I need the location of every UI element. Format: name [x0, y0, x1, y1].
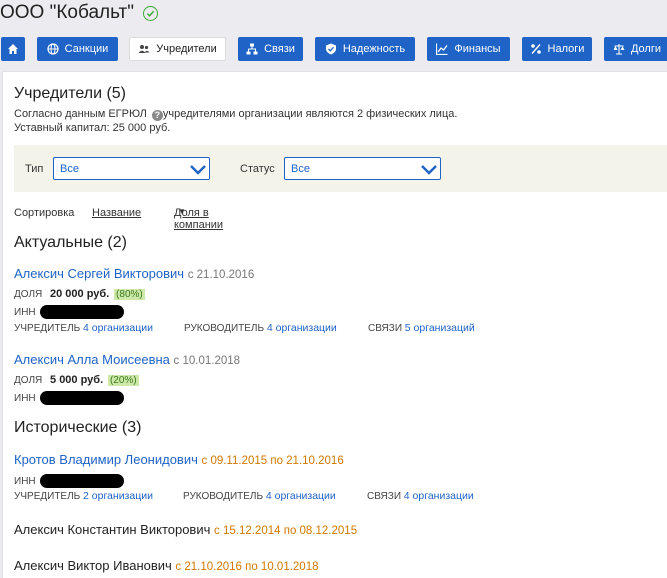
status-select-value: Все	[291, 162, 310, 175]
filter-bar: Тип Все Статус Все	[14, 145, 667, 192]
caret-down-icon: ▼	[178, 207, 186, 216]
share-value: 20 000 руб.	[50, 288, 110, 300]
nav-sanctions-label: Санкции	[64, 43, 109, 55]
links-orgs-link[interactable]: 4 организации	[404, 490, 474, 502]
capital-text: Уставный капитал: 25 000 руб.	[14, 122, 171, 134]
links-orgs-link[interactable]: 5 организаций	[405, 322, 475, 334]
inn-label: ИНН	[14, 393, 36, 404]
share-percent-badge: (20%)	[107, 375, 139, 386]
person-date: с 10.01.2018	[173, 355, 241, 367]
share-label: ДОЛЯ	[14, 375, 43, 386]
chart-icon	[436, 43, 448, 55]
nav-reliability-label: Надежность	[342, 43, 406, 55]
links-label: СВЯЗИ	[368, 323, 403, 334]
person-link[interactable]: Алексич Сергей Викторович	[14, 266, 184, 281]
section-title: Учредители (5)	[14, 85, 127, 102]
person-name: Кротов Владимир Леонидович с 09.11.2015 …	[14, 452, 344, 467]
nav-founders-button[interactable]: Учредители	[129, 37, 226, 61]
verified-check-icon	[142, 5, 158, 21]
status-filter-label: Статус	[240, 163, 275, 175]
company-name: ООО "Кобальт"	[0, 2, 134, 23]
section-nav: Санкции Учредители Связи Надежность Фина…	[0, 37, 667, 61]
users-icon	[138, 43, 150, 55]
founders-panel: Учредители (5) Согласно данным ЕГРЮЛ ? уч…	[2, 71, 667, 578]
nav-debts-label: Долги	[630, 43, 662, 55]
inn-label: ИНН	[14, 307, 36, 318]
nav-founders-label: Учредители	[156, 43, 217, 55]
type-select[interactable]: Все	[53, 157, 210, 180]
home-icon	[7, 43, 19, 55]
nav-links-label: Связи	[264, 43, 295, 55]
percent-icon	[530, 43, 542, 55]
manager-label: РУКОВОДИТЕЛЬ	[183, 491, 264, 502]
globe-icon	[47, 43, 59, 55]
sort-label: Сортировка	[14, 207, 75, 219]
manager-orgs-link[interactable]: 4 организации	[266, 490, 336, 502]
status-select[interactable]: Все	[284, 157, 441, 180]
shield-icon	[325, 43, 337, 55]
share-label: ДОЛЯ	[14, 289, 43, 300]
founder-orgs-link[interactable]: 2 организации	[83, 490, 153, 502]
inn-line: ИНН	[14, 391, 125, 405]
chevron-down-icon	[190, 165, 206, 175]
founder-label: УЧРЕДИТЕЛЬ	[14, 323, 81, 334]
person-date: с 15.12.2014 по 08.12.2015	[214, 525, 358, 537]
nav-reliability-button[interactable]: Надежность	[315, 37, 415, 61]
nav-finance-button[interactable]: Финансы	[427, 37, 510, 61]
inn-label: ИНН	[14, 476, 36, 487]
nav-links-button[interactable]: Связи	[238, 37, 303, 61]
person-link[interactable]: Алексич Алла Моисеевна	[14, 352, 170, 367]
nav-debts-button[interactable]: Долги	[604, 37, 667, 61]
share-value: 5 000 руб.	[50, 374, 104, 386]
desc-text-2: учредителями организации являются 2 физи…	[162, 108, 458, 120]
manager-orgs-link[interactable]: 4 организации	[267, 322, 337, 334]
inn-line: ИНН	[14, 305, 125, 319]
network-icon	[246, 43, 258, 55]
person-link[interactable]: Кротов Владимир Леонидович	[14, 452, 198, 467]
nav-sanctions-button[interactable]: Санкции	[37, 37, 118, 61]
nav-taxes-button[interactable]: Налоги	[522, 37, 592, 61]
person-name: Алексич Виктор Иванович с 21.10.2016 по …	[14, 558, 319, 573]
relations-line: УЧРЕДИТЕЛЬ 2 организации РУКОВОДИТЕЛЬ 4 …	[14, 490, 534, 504]
chevron-down-icon	[421, 165, 437, 175]
historical-section-title: Исторические (3)	[14, 419, 142, 436]
inn-redacted	[40, 305, 125, 319]
founder-label: УЧРЕДИТЕЛЬ	[14, 491, 81, 502]
actual-section-title: Актуальные (2)	[14, 234, 127, 251]
help-icon[interactable]: ?	[151, 109, 163, 121]
inn-redacted	[40, 474, 125, 488]
person-name: Алексич Сергей Викторович с 21.10.2016	[14, 266, 254, 281]
links-label: СВЯЗИ	[367, 491, 402, 502]
founder-orgs-link[interactable]: 4 организации	[83, 322, 153, 334]
sort-by-name-link[interactable]: Название	[92, 207, 141, 219]
person-date: с 21.10.2016 по 10.01.2018	[175, 561, 319, 573]
scales-icon	[613, 43, 625, 55]
inn-redacted	[40, 391, 125, 405]
share-line: ДОЛЯ 20 000 руб. (80%)	[14, 288, 145, 300]
inn-line: ИНН	[14, 474, 125, 488]
nav-home-button[interactable]	[1, 37, 25, 61]
type-filter-label: Тип	[25, 163, 44, 175]
nav-taxes-label: Налоги	[547, 43, 585, 55]
person-name: Алексич Константин Викторович с 15.12.20…	[14, 522, 357, 537]
person-date: с 21.10.2016	[187, 269, 255, 281]
section-description: Согласно данным ЕГРЮЛ ? учредителями орга…	[14, 107, 457, 135]
manager-label: РУКОВОДИТЕЛЬ	[184, 323, 265, 334]
person-name: Алексич Алла Моисеевна с 10.01.2018	[14, 352, 240, 367]
desc-text-1: Согласно данным ЕГРЮЛ	[14, 108, 147, 120]
sort-row: Сортировка Название Доля в компании ▼	[14, 207, 414, 231]
nav-finance-label: Финансы	[454, 43, 501, 55]
person-date: с 09.11.2015 по 21.10.2016	[201, 455, 344, 467]
share-percent-badge: (80%)	[114, 289, 145, 300]
company-header: ООО "Кобальт"	[0, 0, 158, 26]
share-line: ДОЛЯ 5 000 руб. (20%)	[14, 374, 139, 386]
relations-line: УЧРЕДИТЕЛЬ 4 организации РУКОВОДИТЕЛЬ 4 …	[14, 322, 534, 336]
person-name-text: Алексич Виктор Иванович	[14, 558, 172, 573]
person-name-text: Алексич Константин Викторович	[14, 522, 211, 537]
type-select-value: Все	[60, 162, 79, 175]
